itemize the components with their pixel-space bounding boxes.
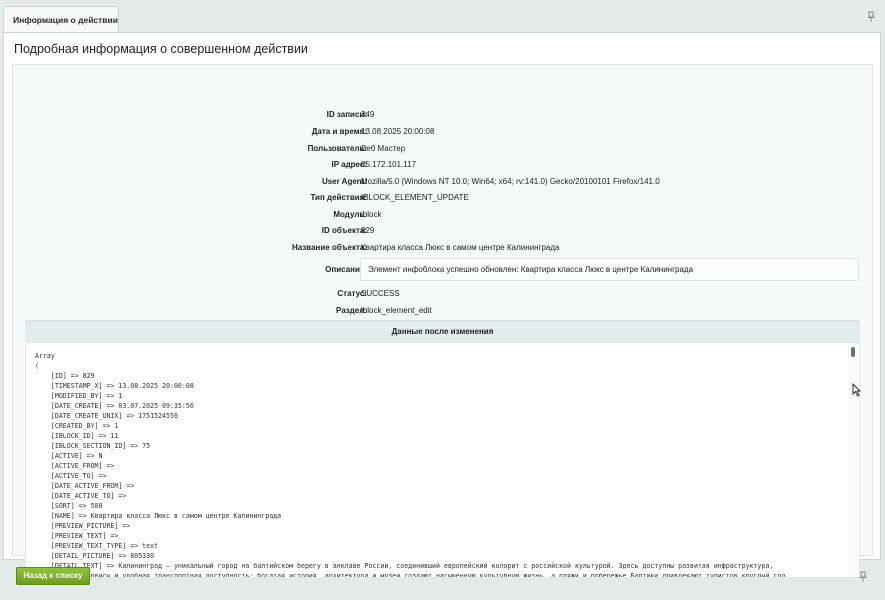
code-line: [DATE_CREATE_UNIX] => 1751524556 [35,412,178,420]
code-line: [PREVIEW_PICTURE] => [35,522,131,530]
code-line: [NAME] => Квартира класса Люкс в самом ц… [35,512,282,520]
code-line: [PREVIEW_TEXT] => [35,532,119,540]
scrollbar[interactable] [848,343,859,577]
field-row-user-agent: User Agent: Mozilla/5.0 (Windows NT 10.0… [13,175,874,189]
code-line: [PREVIEW_TEXT_TYPE] => text [35,542,159,550]
code-line: ( [35,362,39,370]
field-label: Тип действия: [310,193,367,202]
field-value: Веб Мастер [361,144,406,153]
cursor-icon [852,382,862,399]
code-line: [DATE_ACTIVE_FROM] => [35,482,135,490]
field-row-status: Статус: SUCCESS [13,287,874,301]
code-line: [DETAIL_TEXT] => Калининград — уникальны… [35,562,774,570]
code-lines: Array ( [ID] => 829 [TIMESTAMP_X] => 13.0… [35,351,847,578]
field-row-datetime: Дата и время: 13.08.2025 20:00:08 [13,125,874,139]
after-changes-code[interactable]: Array ( [ID] => 829 [TIMESTAMP_X] => 13.0… [25,342,860,578]
field-value: 13.08.2025 20:00:08 [361,127,435,136]
pin-icon[interactable] [866,11,876,23]
tab-action-info[interactable]: Информация о действии [3,6,119,32]
after-changes-header: Данные после изменения [25,320,860,342]
field-value: Квартира класса Люкс в самом центре Кали… [361,243,560,252]
code-line: [IBLOCK_SECTION_ID] => 75 [35,442,151,450]
code-line: [ACTIVE] => N [35,452,103,460]
description-box: Элемент инфоблока успешно обновлен: Квар… [360,258,859,281]
field-value: iblock [361,210,382,219]
code-line: [DETAIL_PICTURE] => 805330 [35,552,155,560]
details-content: ID записи: 349 Дата и время: 13.08.2025 … [12,64,874,578]
field-row-action-type: Тип действия: IBLOCK_ELEMENT_UPDATE [13,191,874,205]
field-value: 829 [361,226,375,235]
field-row-object-name: Название объекта: Квартира класса Люкс в… [13,241,874,255]
code-line: [MODIFIED_BY] => 1 [35,392,123,400]
code-line: [ID] => 829 [35,372,95,380]
code-line: [DATE_CREATE] => 03.07.2025 09:35:56 [35,402,194,410]
main-panel: Подробная информация о совершенном дейст… [3,32,881,578]
field-label: Дата и время: [311,127,367,136]
field-row-user: Пользователь: Веб Мастер [13,142,874,156]
code-line: Array [35,352,55,360]
field-value: Mozilla/5.0 (Windows NT 10.0; Win64; x64… [361,177,660,186]
code-line: [SORT] => 500 [35,502,103,510]
back-to-list-button[interactable]: Назад к списку [16,567,90,585]
field-row-object-id: ID объекта: 829 [13,224,874,238]
field-row-record-id: ID записи: 349 [13,108,874,122]
field-value: 85.172.101.117 [361,160,417,169]
code-line: [DATE_ACTIVE_TO] => [35,492,127,500]
field-value: 349 [361,110,375,119]
status-value: SUCCESS [361,289,400,298]
tab-bar: Информация о действии [0,0,885,32]
code-line: современные сервисы и удобная транспортн… [35,572,790,578]
code-line: [ACTIVE_FROM] => [35,462,115,470]
field-value: iblock_element_edit [361,306,432,315]
field-label: Название объекта: [291,243,367,252]
code-line: [TIMESTAMP_X] => 13.08.2025 20:00:08 [35,382,194,390]
code-line: [IBLOCK_ID] => 11 [35,432,119,440]
field-value: IBLOCK_ELEMENT_UPDATE [361,193,469,202]
field-row-module: Модуль: iblock [13,208,874,222]
pin-icon[interactable] [858,571,868,583]
field-row-ip: IP адрес: 85.172.101.117 [13,158,874,172]
code-line: [CREATED_BY] => 1 [35,422,119,430]
code-line: [ACTIVE_TO] => [35,472,107,480]
scroll-thumb[interactable] [851,347,855,357]
field-row-section: Раздел: iblock_element_edit [13,304,874,318]
field-label: Пользователь: [307,144,367,153]
page-title: Подробная информация о совершенном дейст… [14,42,308,56]
